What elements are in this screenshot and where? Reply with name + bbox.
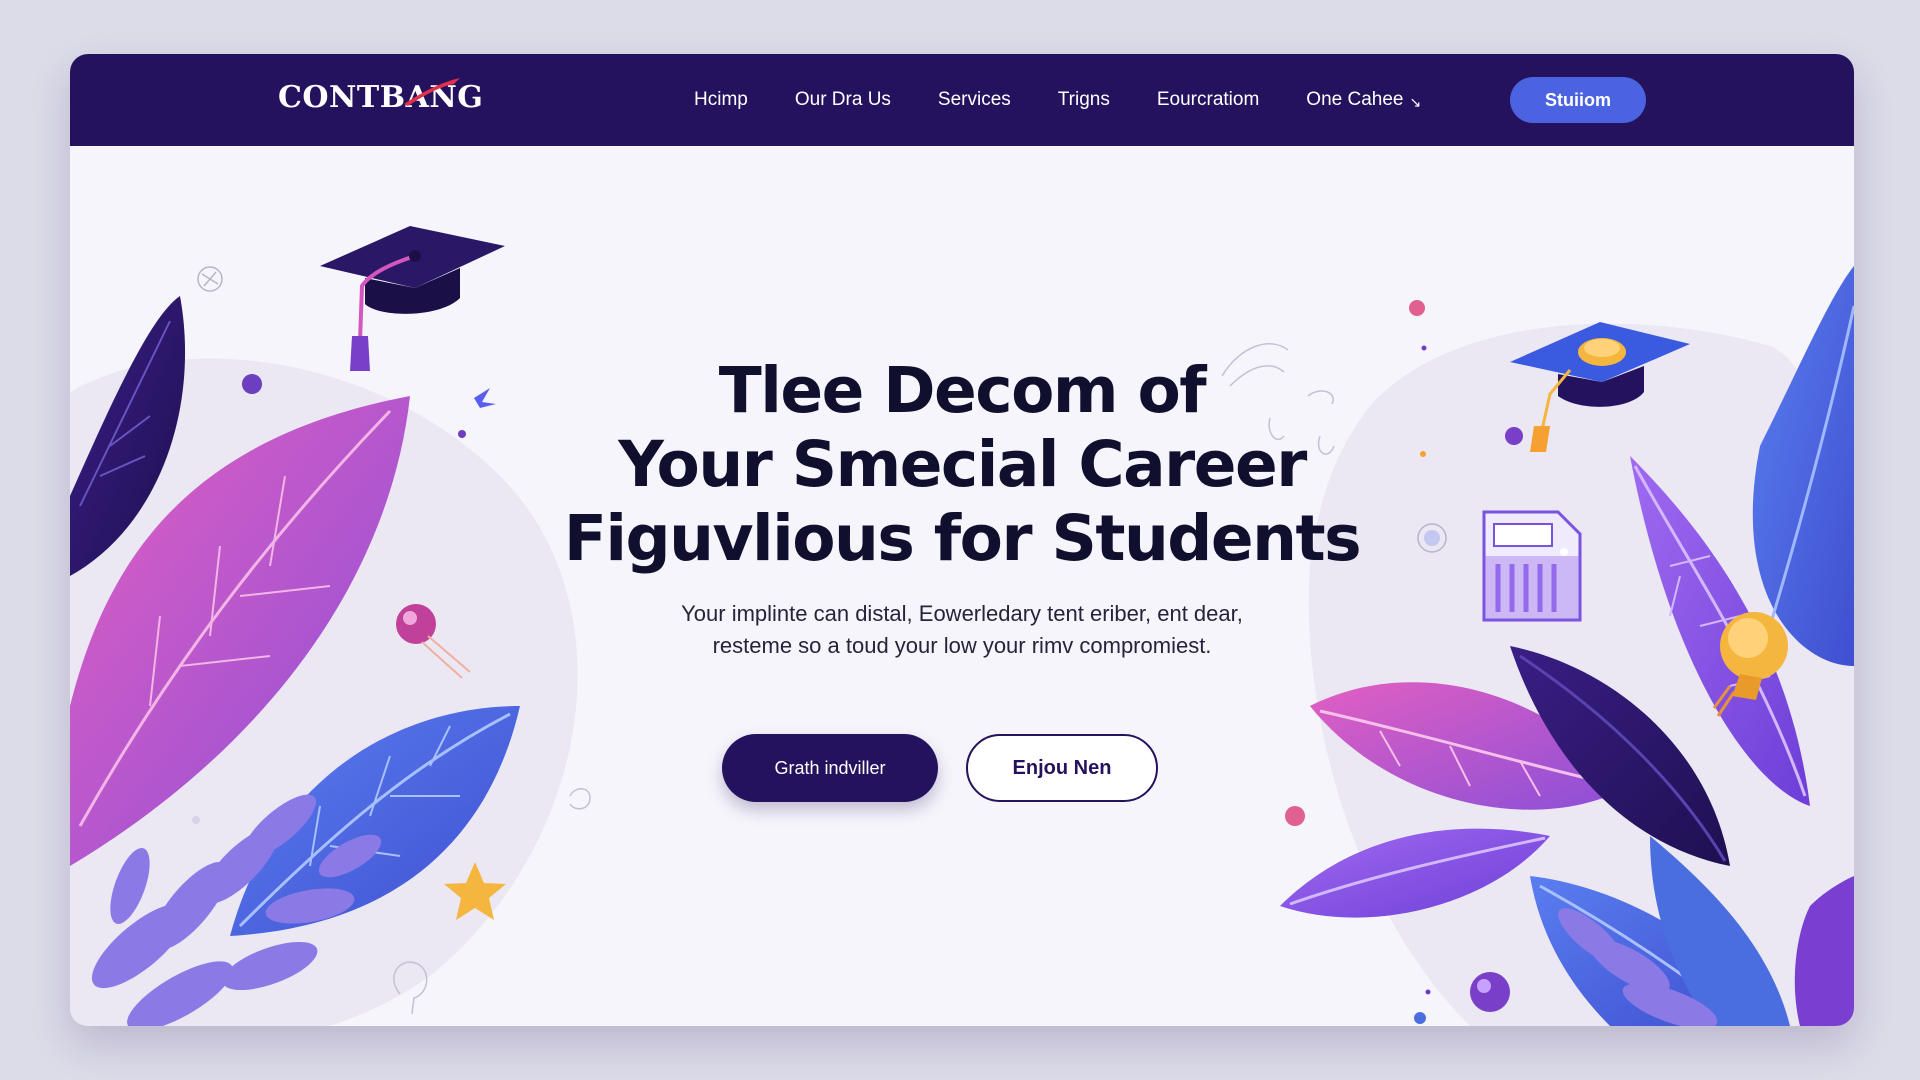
hero-section: Tlee Decom of Your Smecial Career Figuvl… (462, 354, 1462, 662)
nav-item-our-dra-us[interactable]: Our Dra Us (795, 89, 891, 111)
top-navbar: CONTBANG Hcimp Our Dra Us Services Trign… (70, 54, 1854, 146)
nav-item-services[interactable]: Services (938, 89, 1011, 111)
nav-item-one-cahee-label: One Cahee (1306, 89, 1404, 110)
brand-logo[interactable]: CONTBANG (278, 78, 483, 115)
document-icon (1482, 510, 1582, 622)
chevron-down-icon: ↘ (1409, 94, 1422, 110)
logo-swoosh-icon (404, 78, 460, 106)
primary-cta-button[interactable]: Grath indviller (722, 734, 938, 802)
secondary-cta-button[interactable]: Enjou Nen (966, 734, 1158, 802)
nav-item-one-cahee-dropdown[interactable]: One Cahee ↘ (1306, 89, 1421, 111)
main-menu: Hcimp Our Dra Us Services Trigns Eourcra… (694, 54, 1421, 146)
nav-item-trigns[interactable]: Trigns (1058, 89, 1110, 111)
hero-subtitle: Your implinte can distal, Eowerledary te… (462, 598, 1462, 662)
nav-item-eourcratiom[interactable]: Eourcratiom (1157, 89, 1259, 111)
hero-headline: Tlee Decom of Your Smecial Career Figuvl… (462, 354, 1462, 576)
headline-line-3: Figuvlious for Students (563, 502, 1362, 575)
graduation-cap-icon (320, 226, 505, 371)
headline-line-2: Your Smecial Career (618, 428, 1307, 501)
nav-item-hcimp[interactable]: Hcimp (694, 89, 748, 111)
nav-cta-button[interactable]: Stuiiom (1510, 77, 1646, 123)
page-frame: CONTBANG Hcimp Our Dra Us Services Trign… (70, 54, 1854, 1026)
subtitle-line-2: resteme so a toud your low your rimv com… (712, 633, 1212, 658)
headline-line-1: Tlee Decom of (718, 354, 1207, 427)
subtitle-line-1: Your implinte can distal, Eowerledary te… (681, 601, 1243, 626)
